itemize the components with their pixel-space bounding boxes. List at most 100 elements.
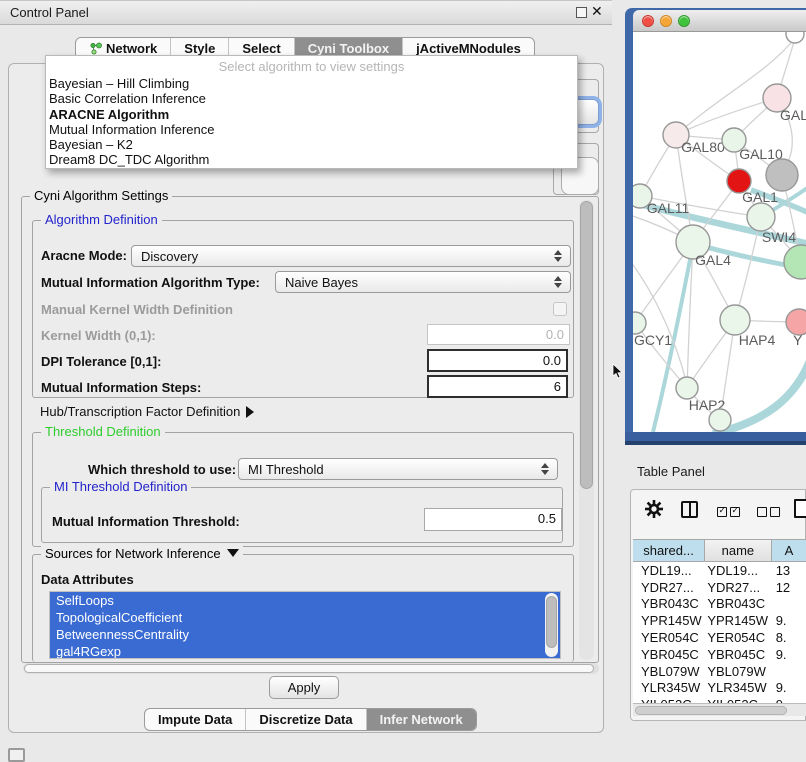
tab-discretize-data[interactable]: Discretize Data: [245, 709, 365, 730]
network-window-titlebar: [633, 10, 806, 32]
aracne-mode-label: Aracne Mode:: [41, 248, 127, 263]
table-row[interactable]: YER054CYER054C8.: [633, 629, 806, 646]
table-cell: 9.: [772, 647, 806, 662]
aracne-mode-value: Discovery: [141, 249, 198, 264]
table-cell: YDR27...: [705, 580, 771, 595]
deselect-all-columns-icon[interactable]: [757, 507, 780, 517]
cyni-algorithm-settings-group: Cyni Algorithm Settings Algorithm Defini…: [21, 196, 599, 663]
table-panel: shared...nameA YDL19...YDL19...13YDR27..…: [630, 489, 806, 721]
network-node[interactable]: [786, 32, 804, 43]
dropdown-prompt: Select algorithm to view settings: [46, 56, 577, 76]
float-window-icon[interactable]: [576, 7, 587, 18]
spinner-arrows-icon: [541, 463, 550, 475]
column-header-shared[interactable]: shared...: [633, 540, 705, 561]
sources-group-title[interactable]: Sources for Network Inference: [41, 546, 243, 561]
tab-label: Impute Data: [158, 712, 232, 727]
hub-factor-expander[interactable]: Hub/Transcription Factor Definition: [40, 404, 254, 419]
mi-threshold-field[interactable]: 0.5: [424, 508, 562, 531]
screen: Control Panel ✕ NetworkStyleSelectCyni T…: [0, 0, 806, 762]
table-row[interactable]: YLR345WYLR345W9.: [633, 680, 806, 697]
table-cell: 12: [772, 580, 806, 595]
tab-label: Infer Network: [380, 712, 463, 727]
which-threshold-label: Which threshold to use:: [88, 462, 236, 477]
control-panel-title: Control Panel: [10, 5, 89, 20]
tab-infer-network[interactable]: Infer Network: [366, 709, 476, 730]
which-threshold-select[interactable]: MI Threshold: [238, 458, 558, 480]
table-cell: YBR045C: [633, 647, 705, 662]
dpi-tolerance-label: DPI Tolerance [0,1]:: [41, 354, 161, 369]
table-row[interactable]: YBL079WYBL079W: [633, 663, 806, 680]
network-node[interactable]: [784, 245, 806, 279]
attribute-gal4rgexp[interactable]: gal4RGexp: [50, 643, 560, 659]
close-traffic-light[interactable]: [642, 15, 654, 27]
attributes-scrollbar[interactable]: [545, 593, 558, 657]
tab-label: Network: [106, 41, 157, 56]
close-icon[interactable]: ✕: [591, 3, 603, 20]
spinner-arrows-icon: [554, 250, 563, 262]
mi-steps-label: Mutual Information Steps:: [41, 380, 201, 395]
network-node[interactable]: [709, 409, 731, 431]
kernel-width-label: Kernel Width (0,1):: [41, 328, 156, 343]
table-header-row: shared...nameA: [633, 539, 806, 562]
column-layout-icon[interactable]: [681, 501, 698, 518]
settings-hscrollbar-thumb[interactable]: [24, 664, 594, 673]
settings-scrollbar-thumb[interactable]: [580, 201, 593, 489]
dropdown-item-aracne-algorithm[interactable]: ARACNE Algorithm: [46, 107, 577, 122]
settings-horizontal-scrollbar[interactable]: [23, 663, 599, 674]
table-cell: YDR27...: [633, 580, 705, 595]
network-node[interactable]: [766, 159, 798, 191]
table-horizontal-scrollbar[interactable]: [633, 703, 806, 716]
network-canvas[interactable]: GALGAL80GAL10GAL1GAL11SWI4GAL4GCY1HAP4YH…: [633, 32, 806, 432]
minimize-traffic-light[interactable]: [660, 15, 672, 27]
network-node-swi4[interactable]: [747, 203, 775, 231]
network-node-gcy1[interactable]: [633, 312, 646, 334]
table-panel-title: Table Panel: [637, 464, 705, 479]
network-nodes: GALGAL80GAL10GAL1GAL11SWI4GAL4GCY1HAP4YH…: [633, 32, 806, 431]
attribute-topologicalcoefficient[interactable]: TopologicalCoefficient: [50, 609, 560, 626]
dropdown-item-basic-correlation-inference[interactable]: Basic Correlation Inference: [46, 91, 577, 106]
tab-impute-data[interactable]: Impute Data: [145, 709, 245, 730]
dropdown-item-bayesian-k2[interactable]: Bayesian – K2: [46, 137, 577, 152]
network-view-window[interactable]: GALGAL80GAL10GAL1GAL11SWI4GAL4GCY1HAP4YH…: [625, 8, 806, 445]
table-row[interactable]: YDR27...YDR27...12: [633, 579, 806, 596]
dropdown-item-bayesian-hill-climbing[interactable]: Bayesian – Hill Climbing: [46, 76, 577, 91]
attribute-betweennesscentrality[interactable]: BetweennessCentrality: [50, 626, 560, 643]
kernel-width-field[interactable]: 0.0: [427, 324, 570, 345]
column-header-name[interactable]: name: [705, 540, 772, 561]
mi-steps-field[interactable]: 6: [427, 375, 568, 398]
select-all-columns-icon[interactable]: [717, 507, 740, 517]
apply-button[interactable]: Apply: [269, 676, 339, 699]
node-attribute-table: shared...nameA YDL19...YDL19...13YDR27..…: [633, 539, 806, 703]
network-node-hap4[interactable]: [720, 305, 750, 335]
settings-vertical-scrollbar[interactable]: [579, 200, 594, 660]
table-row[interactable]: YDL19...YDL19...13: [633, 562, 806, 579]
table-cell: YLR345W: [705, 680, 771, 695]
table-row[interactable]: YPR145WYPR145W9.: [633, 612, 806, 629]
aracne-mode-select[interactable]: Discovery: [131, 245, 571, 267]
table-settings-gear-icon[interactable]: [643, 498, 665, 525]
data-attributes-list[interactable]: SelfLoopsTopologicalCoefficientBetweenne…: [49, 591, 561, 659]
table-hscrollbar-thumb[interactable]: [635, 706, 787, 715]
dropdown-item-mutual-information-inference[interactable]: Mutual Information Inference: [46, 122, 577, 137]
table-cell: YLR345W: [633, 680, 705, 695]
data-attributes-label: Data Attributes: [41, 572, 134, 587]
node-label-gal80: GAL80: [681, 139, 725, 155]
tab-label: Select: [242, 41, 280, 56]
table-row[interactable]: YBR045CYBR045C9.: [633, 646, 806, 663]
algorithm-dropdown-list: Bayesian – Hill ClimbingBasic Correlatio…: [46, 76, 577, 168]
minimized-panel-icon[interactable]: [8, 748, 25, 762]
dropdown-item-dream8-dc-tdc-algorithm[interactable]: Dream8 DC_TDC Algorithm: [46, 152, 577, 167]
table-row[interactable]: YBR043CYBR043C: [633, 596, 806, 613]
node-label-hap4: HAP4: [739, 332, 776, 348]
mi-algorithm-type-select[interactable]: Naive Bayes: [275, 271, 571, 293]
attribute-selfloops[interactable]: SelfLoops: [50, 592, 560, 609]
document-icon[interactable]: [794, 499, 806, 518]
table-cell: 13: [772, 563, 806, 578]
attributes-scrollbar-thumb[interactable]: [546, 596, 557, 648]
zoom-traffic-light[interactable]: [678, 15, 690, 27]
column-header-a[interactable]: A: [772, 540, 806, 561]
dpi-tolerance-field[interactable]: 0.0: [427, 349, 568, 372]
network-node-hap2[interactable]: [676, 377, 698, 399]
manual-kernel-width-checkbox[interactable]: [553, 302, 567, 316]
manual-kernel-width-label: Manual Kernel Width Definition: [41, 302, 233, 317]
